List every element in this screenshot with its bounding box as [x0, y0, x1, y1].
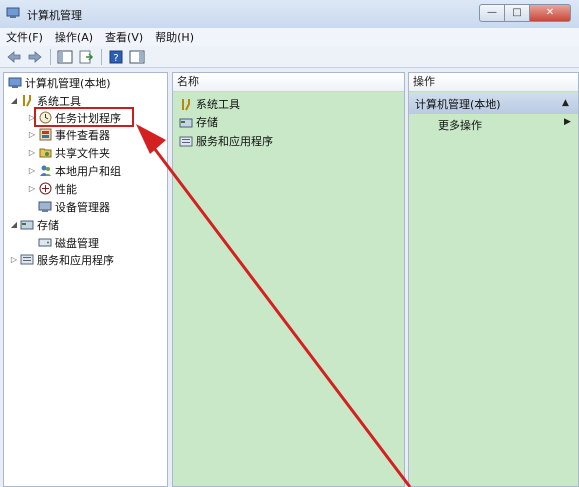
device-manager-icon [38, 200, 52, 214]
tree-item-storage[interactable]: ◢ 存储 [10, 216, 59, 233]
services-icon [20, 253, 34, 267]
close-icon: ✕ [545, 7, 555, 18]
tree-label: 本地用户和组 [55, 164, 121, 178]
collapse-up-icon[interactable]: ▲ [562, 98, 569, 108]
users-icon [38, 164, 52, 178]
help-icon: ? [109, 50, 123, 64]
more-actions-link[interactable]: 更多操作 [438, 117, 482, 133]
list-item-label: 系统工具 [196, 98, 240, 111]
collapse-arrow-icon[interactable]: ◢ [10, 96, 18, 105]
console-tree-icon [57, 50, 73, 63]
window-controls: — □ ✕ [479, 4, 571, 22]
tree-label: 计算机管理(本地) [25, 76, 111, 90]
tree-label: 磁盘管理 [55, 236, 99, 250]
list-item-label: 存储 [196, 116, 218, 129]
expand-arrow-icon[interactable]: ▷ [28, 130, 36, 139]
expand-arrow-icon[interactable]: ▷ [28, 184, 36, 193]
tree-label: 性能 [55, 182, 77, 196]
actions-section-label: 计算机管理(本地) [415, 98, 501, 111]
minimize-icon: — [487, 7, 497, 18]
name-column-header[interactable]: 名称 [173, 73, 404, 92]
tree-label: 服务和应用程序 [37, 253, 114, 267]
storage-icon [20, 218, 34, 232]
menu-help[interactable]: 帮助(H) [149, 29, 200, 45]
menu-view[interactable]: 查看(V) [99, 29, 149, 45]
action-pane-icon [129, 50, 145, 63]
performance-icon [38, 182, 52, 196]
tree-item-root[interactable]: 计算机管理(本地) [6, 74, 111, 91]
tree-item-services-apps[interactable]: ▷ 服务和应用程序 [10, 251, 114, 268]
toolbar-separator [50, 48, 51, 65]
toolbar: ? [0, 46, 579, 68]
tree-item-device-manager[interactable]: 设备管理器 [36, 198, 110, 215]
forward-arrow-icon [28, 50, 42, 63]
services-icon [179, 134, 193, 148]
storage-icon [179, 115, 193, 129]
list-item-system-tools[interactable]: 系统工具 [177, 96, 240, 112]
tree-label: 共享文件夹 [55, 146, 110, 160]
tools-icon [179, 97, 193, 111]
expand-arrow-icon[interactable]: ▷ [10, 255, 18, 264]
title-bar: 计算机管理 — □ ✕ [0, 0, 579, 29]
export-list-button[interactable] [76, 48, 96, 66]
menu-action[interactable]: 操作(A) [49, 29, 99, 45]
window-title: 计算机管理 [27, 9, 82, 22]
submenu-arrow-icon: ▶ [564, 117, 571, 127]
tree-label: 事件查看器 [55, 128, 110, 142]
expand-arrow-icon[interactable]: ▷ [28, 148, 36, 157]
tree-item-shared-folders[interactable]: ▷ 共享文件夹 [28, 144, 110, 161]
show-hide-tree-button[interactable] [55, 48, 75, 66]
expand-arrow-icon[interactable]: ▷ [28, 166, 36, 175]
shared-folder-icon [38, 146, 52, 160]
tree-item-event-viewer[interactable]: ▷ 事件查看器 [28, 126, 110, 143]
back-button[interactable] [4, 48, 24, 66]
list-item-services-apps[interactable]: 服务和应用程序 [177, 133, 273, 149]
actions-section-header[interactable]: 计算机管理(本地) [409, 94, 578, 114]
collapse-arrow-icon[interactable]: ◢ [10, 220, 18, 229]
annotation-highlight-box [34, 107, 134, 127]
tools-icon [20, 94, 34, 108]
help-button[interactable]: ? [106, 48, 126, 66]
svg-text:?: ? [113, 53, 118, 64]
tree-label: 设备管理器 [55, 200, 110, 214]
actions-header: 操作 [409, 73, 578, 92]
maximize-icon: □ [512, 7, 522, 18]
tree-item-disk-management[interactable]: 磁盘管理 [36, 234, 99, 251]
show-hide-action-pane-button[interactable] [127, 48, 147, 66]
menu-file[interactable]: 文件(F) [0, 29, 49, 45]
menu-bar: 文件(F) 操作(A) 查看(V) 帮助(H) [0, 28, 579, 46]
maximize-button[interactable]: □ [504, 4, 529, 22]
computer-management-icon [6, 7, 20, 19]
disk-management-icon [38, 236, 52, 250]
tree-label: 存储 [37, 218, 59, 232]
list-item-label: 服务和应用程序 [196, 135, 273, 148]
actions-pane: 操作 [408, 72, 579, 487]
toolbar-separator [101, 48, 102, 65]
minimize-button[interactable]: — [479, 4, 504, 22]
tree-item-performance[interactable]: ▷ 性能 [28, 180, 77, 197]
event-viewer-icon [38, 128, 52, 142]
back-arrow-icon [7, 50, 21, 63]
list-item-storage[interactable]: 存储 [177, 114, 218, 130]
export-icon [79, 50, 94, 63]
tree-item-local-users[interactable]: ▷ 本地用户和组 [28, 162, 121, 179]
forward-button[interactable] [25, 48, 45, 66]
close-button[interactable]: ✕ [529, 4, 571, 22]
computer-management-icon [8, 76, 22, 90]
